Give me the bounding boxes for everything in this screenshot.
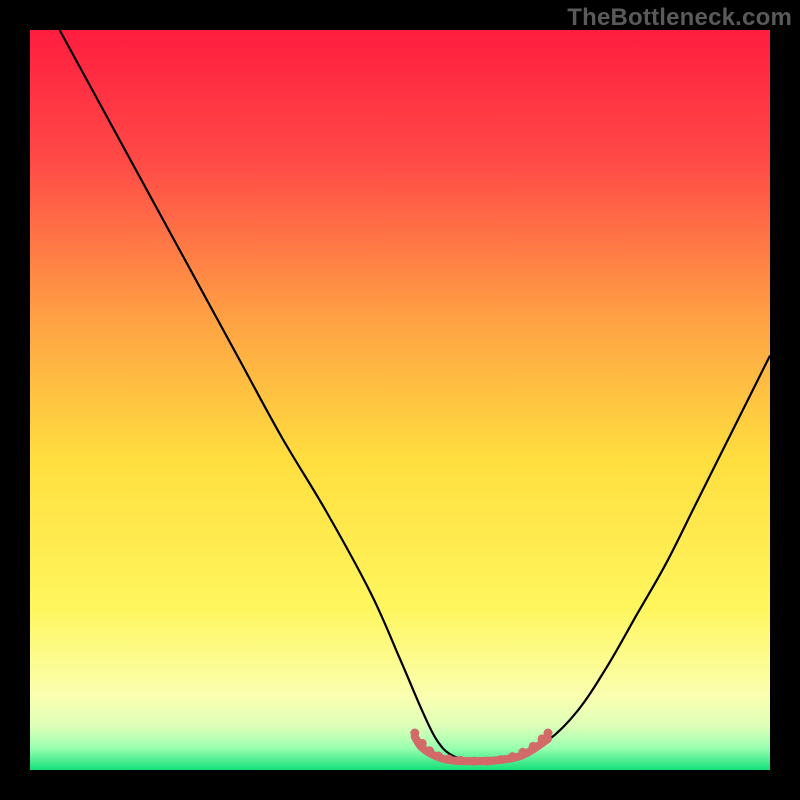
chart-frame: TheBottleneck.com <box>0 0 800 800</box>
valley-dot <box>425 746 434 755</box>
valley-dot <box>410 729 419 738</box>
watermark-label: TheBottleneck.com <box>567 4 792 32</box>
valley-dot <box>483 757 492 766</box>
valley-dot <box>456 756 465 765</box>
valley-dot <box>518 748 527 757</box>
valley-dot <box>444 754 453 763</box>
valley-dot <box>508 752 517 761</box>
valley-dot <box>418 739 427 748</box>
valley-dot <box>470 757 479 766</box>
valley-dot <box>434 751 443 760</box>
valley-dot <box>496 755 505 764</box>
chart-canvas <box>30 30 770 770</box>
plot-area <box>30 30 770 770</box>
valley-dot <box>529 742 538 751</box>
valley-dot <box>544 729 553 738</box>
